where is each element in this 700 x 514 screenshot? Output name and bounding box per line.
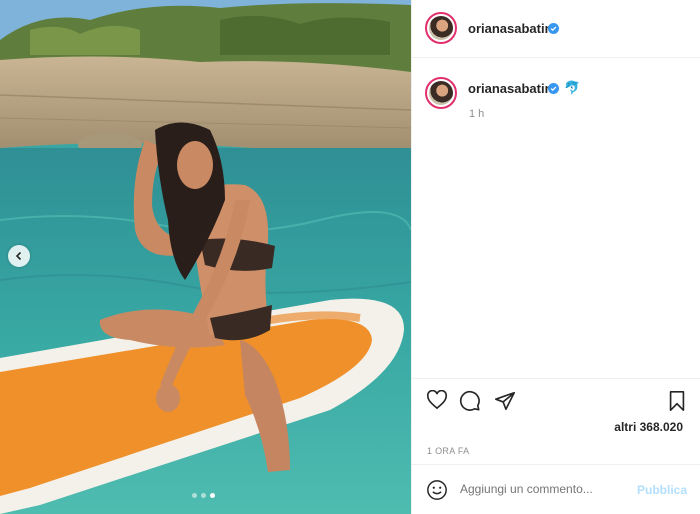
carousel-dot[interactable] (192, 493, 197, 498)
caption-emoji: 🐬 (564, 80, 581, 95)
instagram-post-modal: orianasabatini orianasabatini 🐬 1 h altr… (0, 0, 700, 514)
verified-badge-icon (548, 23, 559, 34)
post-header: orianasabatini (412, 0, 700, 58)
comment-bubble-icon[interactable] (459, 390, 481, 412)
verified-badge-icon (548, 83, 559, 94)
photo-illustration (0, 0, 411, 514)
post-side-panel: orianasabatini orianasabatini 🐬 1 h altr… (411, 0, 700, 514)
avatar[interactable] (425, 12, 457, 44)
posted-time[interactable]: 1 ORA FA (427, 446, 469, 456)
caption-time[interactable]: 1 h (469, 108, 484, 120)
comment-bar: Pubblica (412, 464, 700, 514)
chevron-left-icon (15, 251, 22, 261)
smiley-icon[interactable] (426, 479, 448, 501)
paper-plane-icon[interactable] (494, 390, 516, 412)
username-link[interactable]: orianasabatini (468, 21, 556, 36)
carousel-dot-active[interactable] (210, 493, 215, 498)
caption-avatar[interactable] (425, 77, 457, 109)
carousel-prev-button[interactable] (8, 245, 30, 267)
carousel-indicator (192, 493, 215, 498)
bookmark-icon[interactable] (667, 390, 687, 412)
post-photo[interactable] (0, 0, 411, 514)
likes-count[interactable]: altri 368.020 (614, 420, 683, 434)
caption-username-link[interactable]: orianasabatini (468, 81, 556, 96)
heart-icon[interactable] (426, 390, 448, 410)
carousel-dot[interactable] (201, 493, 206, 498)
publish-button[interactable]: Pubblica (637, 483, 687, 497)
comment-input[interactable] (460, 482, 620, 496)
